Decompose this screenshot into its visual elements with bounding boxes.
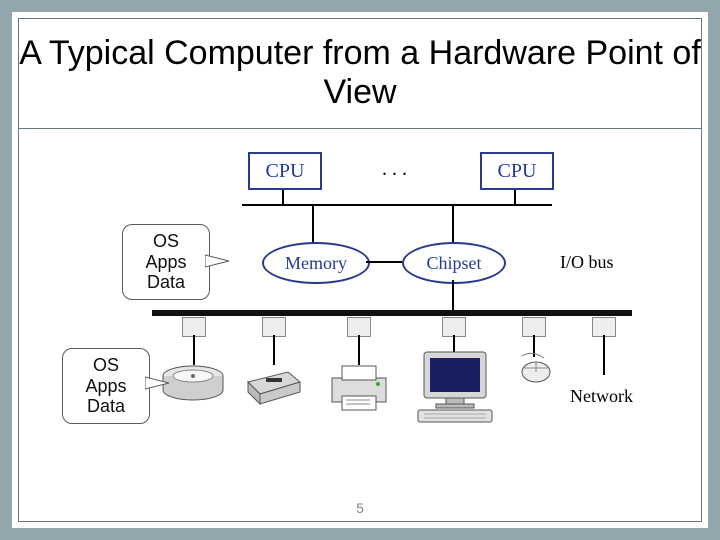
chipset-stub xyxy=(452,204,454,246)
callout-memory-text: OS Apps Data xyxy=(145,231,186,292)
slide-title: A Typical Computer from a Hardware Point… xyxy=(18,34,702,112)
mem-chipset-link xyxy=(366,261,402,263)
callout-memory-tail xyxy=(205,253,231,269)
callout-memory: OS Apps Data xyxy=(122,224,210,300)
stub-disk xyxy=(193,335,195,365)
port-network xyxy=(592,317,616,337)
page-number: 5 xyxy=(12,500,708,516)
slide-frame: A Typical Computer from a Hardware Point… xyxy=(0,0,720,540)
chipset-to-iobus xyxy=(452,280,454,310)
hardware-diagram: CPU CPU . . . Memory Chipset I/O bus xyxy=(62,152,658,478)
stub-network xyxy=(603,335,605,375)
callout-disk: OS Apps Data xyxy=(62,348,150,424)
floppy-drive-icon xyxy=(244,368,304,408)
port-disk xyxy=(182,317,206,337)
title-band: A Typical Computer from a Hardware Point… xyxy=(18,18,702,129)
printer-icon xyxy=(324,360,394,416)
cpu-left-label: CPU xyxy=(266,160,305,183)
port-monitor xyxy=(442,317,466,337)
monitor-keyboard-icon xyxy=(412,350,498,426)
io-bus-label: I/O bus xyxy=(560,252,614,273)
io-bus xyxy=(152,310,632,316)
chipset-label: Chipset xyxy=(426,253,481,274)
callout-disk-text: OS Apps Data xyxy=(85,355,126,416)
cpu-right-label: CPU xyxy=(498,160,537,183)
cpu-bus-line xyxy=(242,204,552,206)
cpu-box-left: CPU xyxy=(248,152,322,190)
memory-stub xyxy=(312,204,314,246)
cpu-box-right: CPU xyxy=(480,152,554,190)
port-mouse xyxy=(522,317,546,337)
cpu-ellipsis: . . . xyxy=(382,158,407,181)
callout-disk-tail xyxy=(145,375,171,391)
memory-label: Memory xyxy=(285,253,347,274)
port-printer xyxy=(347,317,371,337)
mouse-icon xyxy=(514,352,554,386)
memory-node: Memory xyxy=(262,242,370,284)
network-label: Network xyxy=(570,386,633,407)
port-floppy xyxy=(262,317,286,337)
chipset-node: Chipset xyxy=(402,242,506,284)
stub-floppy xyxy=(273,335,275,365)
